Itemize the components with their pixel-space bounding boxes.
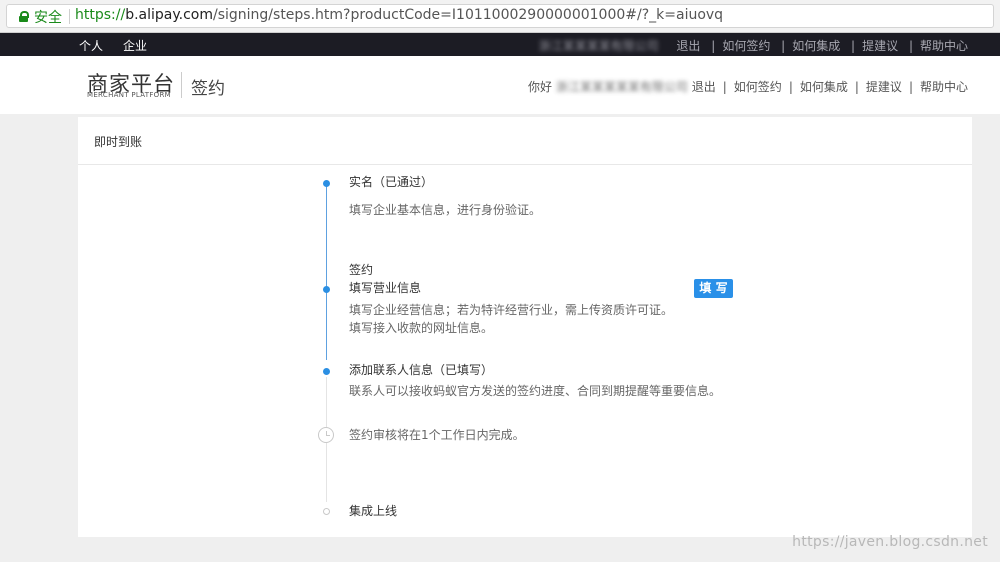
page-header: 商家平台 MERCHANT PLATFORM 签约 你好 浙江某某某某某有限公司…	[0, 56, 1000, 114]
signing-card: 即时到账	[78, 117, 972, 537]
header-logout-link[interactable]: 退出	[692, 80, 716, 94]
greeting: 你好	[528, 80, 553, 94]
header-how-to-sign-link[interactable]: 如何签约	[734, 80, 782, 94]
card-title: 即时到账	[94, 135, 143, 149]
help-center-link[interactable]: 帮助中心	[920, 39, 968, 53]
fill-business-info-button[interactable]: 填 写	[694, 279, 733, 298]
nav-enterprise-link[interactable]: 企业	[123, 39, 147, 53]
step-realname-title: 实名（已通过）	[349, 175, 434, 189]
header-help-center-link[interactable]: 帮助中心	[920, 80, 968, 94]
how-to-sign-link[interactable]: 如何签约	[722, 39, 770, 53]
step-contact-desc: 联系人可以接收蚂蚁官方发送的签约进度、合同到期提醒等重要信息。	[349, 384, 722, 398]
account-company-name: 浙江某某某某有限公司	[538, 39, 659, 53]
header-feedback-link[interactable]: 提建议	[866, 80, 902, 94]
how-to-integrate-link[interactable]: 如何集成	[792, 39, 840, 53]
timeline-line-completed	[326, 184, 327, 360]
nav-personal-link[interactable]: 个人	[79, 39, 103, 53]
step-dot-contact	[323, 368, 330, 375]
step-online-title: 集成上线	[349, 504, 398, 518]
step-dot-business	[323, 286, 330, 293]
step-contact-title: 添加联系人信息（已填写）	[349, 363, 494, 377]
step-review-text: 签约审核将在1个工作日内完成。	[349, 428, 525, 442]
clock-icon	[318, 427, 334, 443]
step-dot-online	[323, 508, 330, 515]
url-divider	[69, 9, 70, 24]
logo-subtitle: MERCHANT PLATFORM	[87, 91, 171, 99]
page-title: 签约	[191, 79, 225, 99]
logout-link[interactable]: 退出	[676, 39, 700, 53]
step-business-desc-1: 填写企业经营信息；若为特许经营行业，需上传资质许可证。	[349, 303, 674, 317]
step-business-title: 填写营业信息	[349, 281, 422, 295]
step-business-desc-2: 填写接入收款的网址信息。	[349, 321, 494, 335]
header-how-to-integrate-link[interactable]: 如何集成	[800, 80, 848, 94]
step-realname-desc: 填写企业基本信息，进行身份验证。	[349, 203, 542, 217]
url-field[interactable]: 安全 https://b.alipay.com/signing/steps.ht…	[6, 4, 994, 28]
url-text[interactable]: https://b.alipay.com/signing/steps.htm?p…	[75, 7, 723, 23]
secure-label: 安全	[34, 10, 62, 26]
watermark: https://javen.blog.csdn.net	[792, 534, 988, 550]
logo-divider	[181, 72, 182, 98]
browser-address-bar: 安全 https://b.alipay.com/signing/steps.ht…	[0, 0, 1000, 33]
step-sign-label: 签约	[349, 263, 374, 277]
feedback-link[interactable]: 提建议	[862, 39, 898, 53]
lock-icon	[19, 11, 29, 22]
card-header: 即时到账	[78, 117, 972, 165]
step-dot-realname	[323, 180, 330, 187]
header-company-name: 浙江某某某某某有限公司	[555, 80, 688, 94]
top-nav-bar: 个人 企业 浙江某某某某有限公司 退出 | 如何签约 | 如何集成 | 提建议 | 帮助中…	[0, 33, 1000, 56]
